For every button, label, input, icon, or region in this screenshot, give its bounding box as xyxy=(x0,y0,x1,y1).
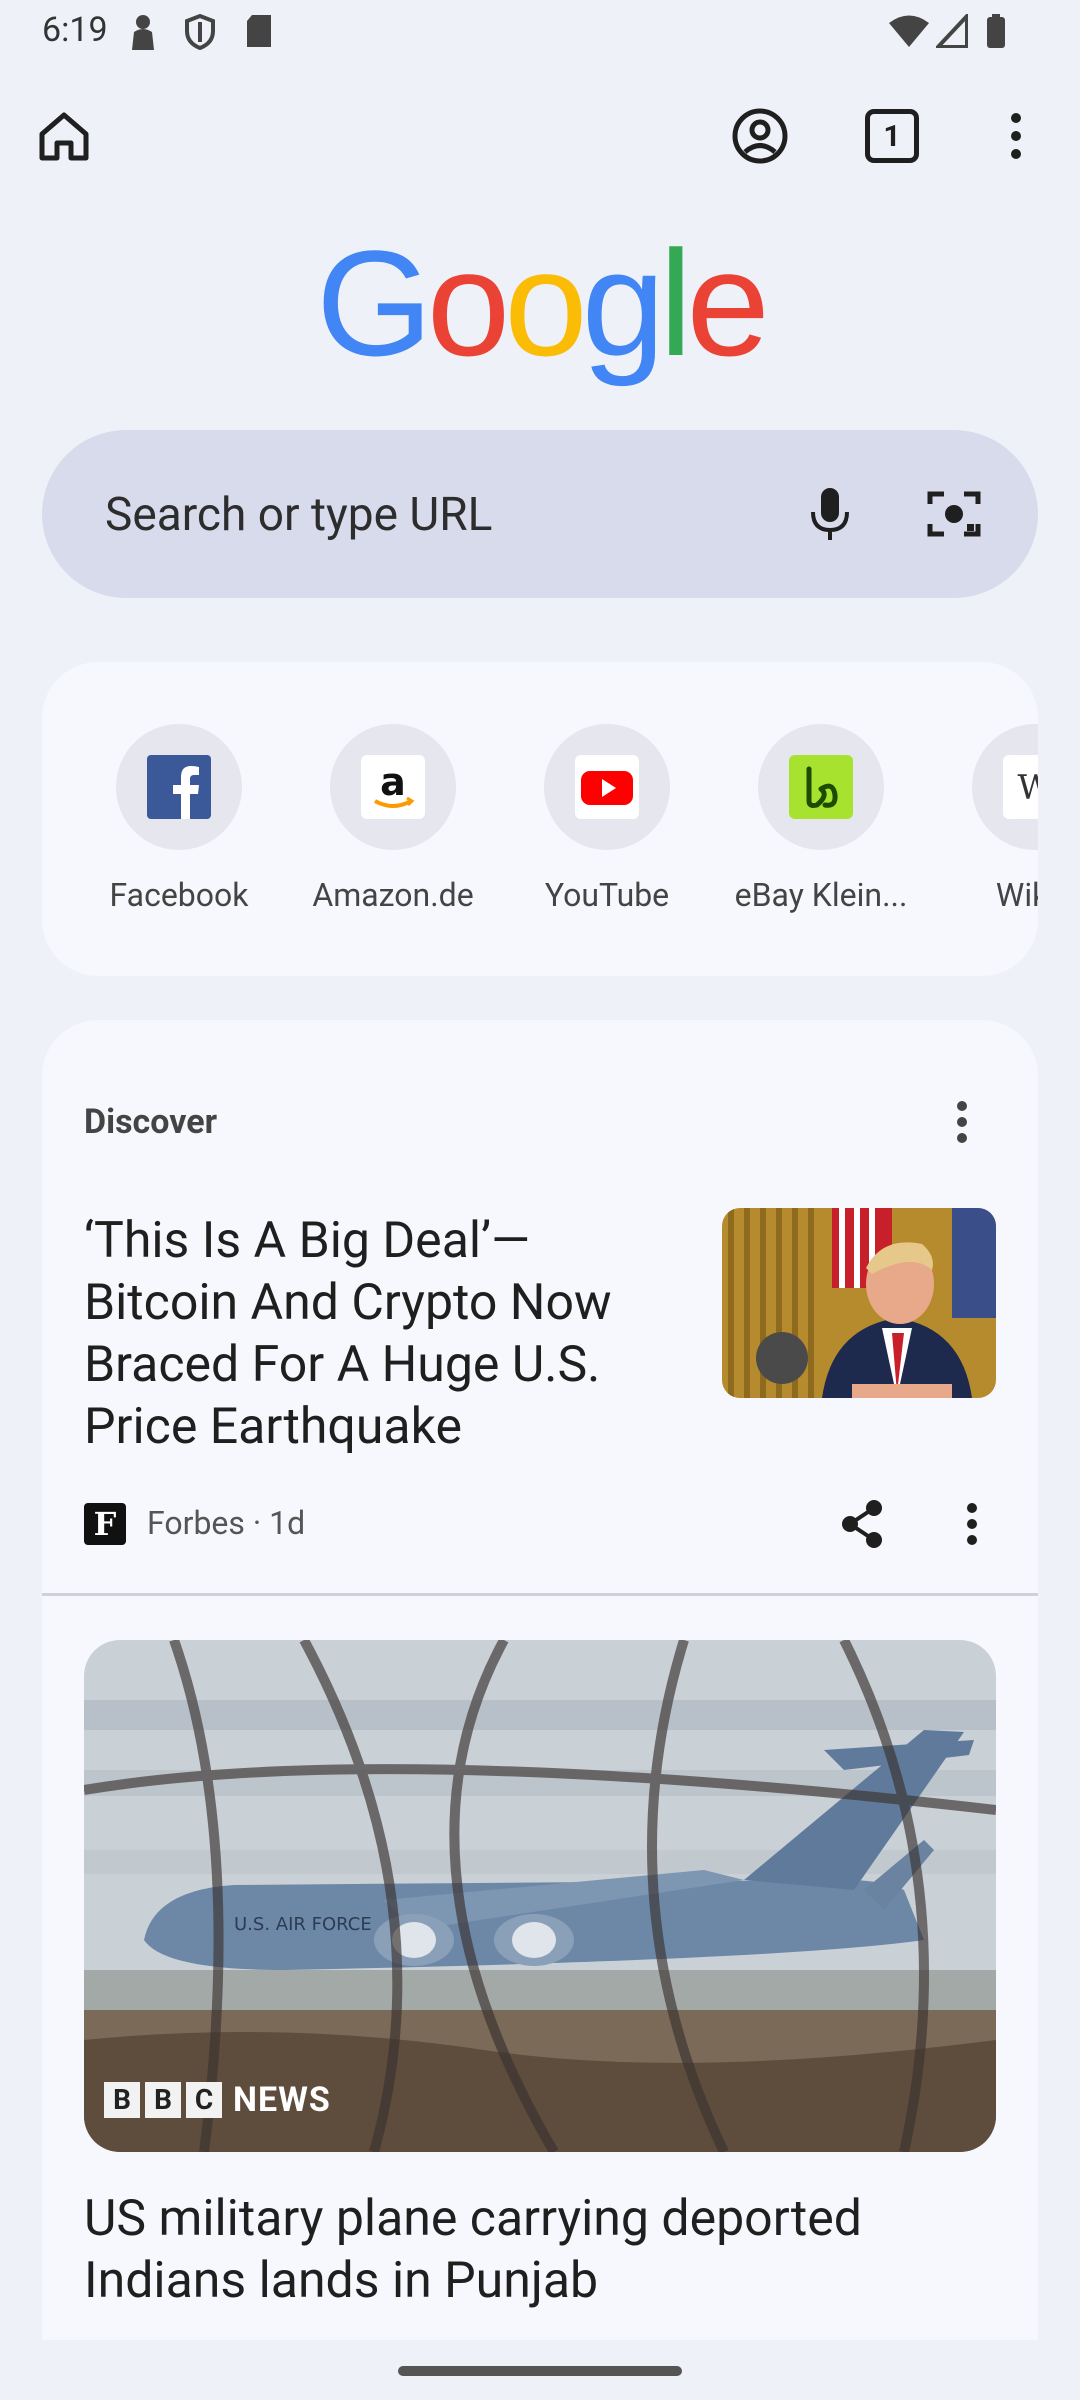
shield-icon xyxy=(184,13,216,54)
shortcut-label: Facebook xyxy=(109,876,249,914)
google-logo: Google xyxy=(0,228,1080,378)
divider xyxy=(42,1593,1038,1596)
more-vert-icon xyxy=(967,1503,977,1545)
article-image[interactable]: U.S. AIR FORCE B B C NEWS xyxy=(84,1640,996,2152)
article-title[interactable]: ‘This Is A Big Deal’—Bitcoin And Crypto … xyxy=(84,1210,664,1458)
tab-switcher-button[interactable]: 1 xyxy=(852,96,932,176)
military-plane-photo: U.S. AIR FORCE xyxy=(84,1640,996,2152)
sd-card-icon xyxy=(244,14,274,52)
account-circle-icon xyxy=(732,108,788,164)
shortcut-amazon[interactable]: a Amazon.de xyxy=(293,724,493,914)
shortcut-youtube[interactable]: YouTube xyxy=(507,724,707,914)
share-icon xyxy=(842,1500,882,1548)
ebay-kleinanzeigen-icon xyxy=(789,755,853,819)
voice-search-button[interactable] xyxy=(790,474,870,554)
shortcut-label: Amazon.de xyxy=(312,876,474,914)
google-lens-button[interactable] xyxy=(914,474,994,554)
shortcut-circle: a xyxy=(330,724,456,850)
shortcut-circle xyxy=(116,724,242,850)
article-thumbnail[interactable] xyxy=(722,1208,996,1398)
google-logo-letter: o xyxy=(426,219,510,387)
google-logo-letter: G xyxy=(316,219,433,387)
shortcut-circle: W xyxy=(972,724,1038,850)
google-logo-letter: e xyxy=(686,219,769,387)
google-logo-letter: l xyxy=(659,219,692,387)
bbc-letter: B xyxy=(145,2082,181,2118)
bbc-letter: B xyxy=(104,2082,140,2118)
discover-feed: Discover ‘This Is A Big Deal’—Bitcoin An… xyxy=(42,1020,1038,2340)
discover-title: Discover xyxy=(84,1102,218,1142)
mic-icon xyxy=(811,488,849,540)
article-source: Forbes · 1d xyxy=(147,1504,306,1542)
plane-livery-text: U.S. AIR FORCE xyxy=(234,1914,372,1935)
youtube-icon xyxy=(575,755,639,819)
shortcut-ebay-kleinanzeigen[interactable]: eBay Klein... xyxy=(721,724,921,914)
search-box[interactable]: Search or type URL xyxy=(42,430,1038,598)
status-time: 6:19 xyxy=(42,10,108,50)
svg-text:a: a xyxy=(380,760,406,804)
notification-person-icon xyxy=(128,14,158,54)
tab-count-icon: 1 xyxy=(865,109,919,163)
home-button[interactable] xyxy=(24,96,104,176)
svg-text:W: W xyxy=(1018,768,1038,808)
shortcut-label: eBay Klein... xyxy=(734,876,908,914)
discover-menu-button[interactable] xyxy=(922,1082,1002,1162)
more-vert-icon xyxy=(1011,113,1021,159)
amazon-icon: a xyxy=(361,755,425,819)
cellular-signal-icon xyxy=(933,10,969,52)
article-menu-button[interactable] xyxy=(932,1484,1012,1564)
bbc-news-word: NEWS xyxy=(233,2080,331,2120)
status-bar: 6:19 xyxy=(0,0,1080,62)
wikipedia-icon: W xyxy=(1003,755,1038,819)
forbes-logo: F xyxy=(84,1503,126,1545)
home-icon xyxy=(39,112,89,161)
more-options-button[interactable] xyxy=(976,96,1056,176)
shortcuts-card: Facebook a Amazon.de YouTube eBay Klein.… xyxy=(42,662,1038,976)
tab-count: 1 xyxy=(883,118,901,154)
shortcut-wikipedia[interactable]: W Wikip xyxy=(935,724,1038,914)
facebook-icon xyxy=(147,755,211,819)
search-placeholder: Search or type URL xyxy=(105,488,493,542)
wifi-icon xyxy=(888,14,930,52)
shortcut-circle xyxy=(758,724,884,850)
article-title[interactable]: US military plane carrying deported Indi… xyxy=(84,2188,984,2312)
gesture-nav-handle[interactable] xyxy=(398,2366,682,2376)
shortcut-label: Wikip xyxy=(995,876,1038,914)
shortcut-facebook[interactable]: Facebook xyxy=(79,724,279,914)
shortcut-circle xyxy=(544,724,670,850)
battery-icon xyxy=(986,14,1006,52)
bbc-news-badge: B B C NEWS xyxy=(104,2080,331,2120)
google-logo-letter: o xyxy=(504,219,587,387)
share-button[interactable] xyxy=(822,1484,902,1564)
bbc-letter: C xyxy=(186,2082,222,2118)
article-photo xyxy=(722,1208,996,1398)
account-button[interactable] xyxy=(720,96,800,176)
camera-lens-icon xyxy=(927,491,981,537)
google-logo-letter: g xyxy=(581,219,665,387)
shortcut-label: YouTube xyxy=(544,876,670,914)
more-vert-icon xyxy=(957,1101,967,1143)
